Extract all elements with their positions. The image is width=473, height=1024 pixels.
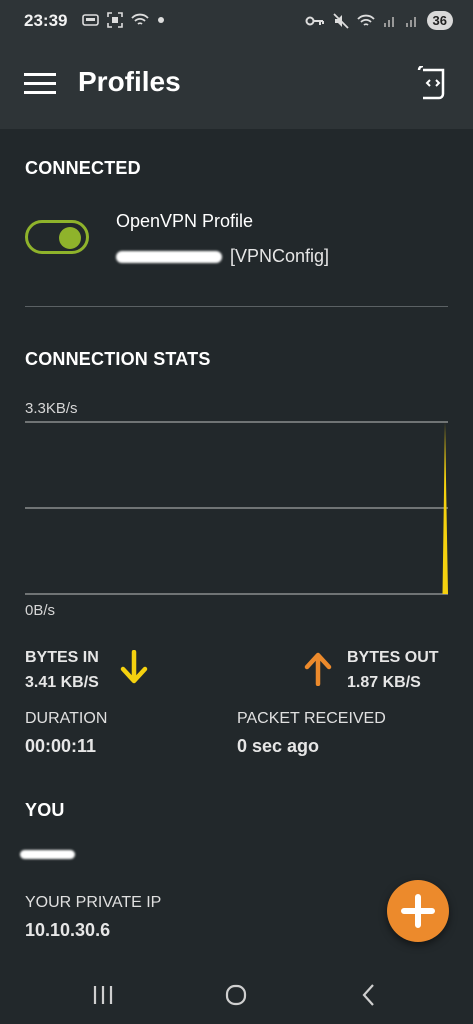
connected-heading: CONNECTED [25,158,141,178]
profile-name[interactable]: OpenVPN Profile [116,211,253,232]
system-nav-bar [0,964,473,1024]
status-bar: 23:39 36 [0,0,473,44]
private-ip-label: YOUR PRIVATE IP [25,894,162,911]
notification-icon [82,14,99,26]
bytes-in-value: 3.41 KB/S [25,674,99,691]
screenshot-icon [107,12,123,28]
mute-icon [332,12,349,29]
dot-icon [158,17,164,23]
home-icon[interactable] [221,982,251,1008]
vpn-connection-toggle[interactable] [25,220,89,254]
traffic-chart [25,421,448,595]
chart-min-label: 0B/s [25,602,56,619]
status-right-icons: 36 [305,11,453,30]
packet-received-value: 0 sec ago [237,736,320,756]
battery-badge: 36 [426,11,453,30]
signal-icon [383,16,394,27]
plus-icon [401,894,435,928]
redacted-public-ip [20,850,75,859]
hamburger-menu-icon[interactable] [24,70,56,98]
arrow-up-icon [304,652,332,686]
bytes-in-label: BYTES IN [25,649,99,666]
profile-config-label: [VPNConfig] [230,246,330,266]
bytes-out-value: 1.87 KB/S [347,674,421,691]
signal-icon [405,16,416,27]
back-icon[interactable] [354,982,384,1008]
duration-value: 00:00:11 [25,736,97,756]
arrow-down-icon [120,650,148,684]
vpn-key-icon [305,16,324,25]
status-time: 23:39 [24,11,68,30]
redacted-username [116,250,222,263]
packet-received-label: PACKET RECEIVED [237,710,386,727]
toggle-knob [59,227,81,249]
bytes-out-label: BYTES OUT [347,649,439,666]
status-left-icons [82,12,165,28]
app-bar: Profiles [0,44,473,129]
you-heading: YOU [25,800,65,820]
import-profile-icon[interactable] [417,66,449,102]
duration-label: DURATION [25,710,108,727]
recent-apps-icon[interactable] [88,982,118,1008]
connection-stats-heading: CONNECTION STATS [25,349,211,369]
profile-subtitle: [VPNConfig] [116,246,329,267]
private-ip-value: 10.10.30.6 [25,920,111,940]
wifi-icon [131,13,149,25]
wifi-icon [356,14,375,26]
add-profile-button[interactable] [387,880,449,942]
page-title: Profiles [78,66,181,97]
section-divider [25,306,448,307]
